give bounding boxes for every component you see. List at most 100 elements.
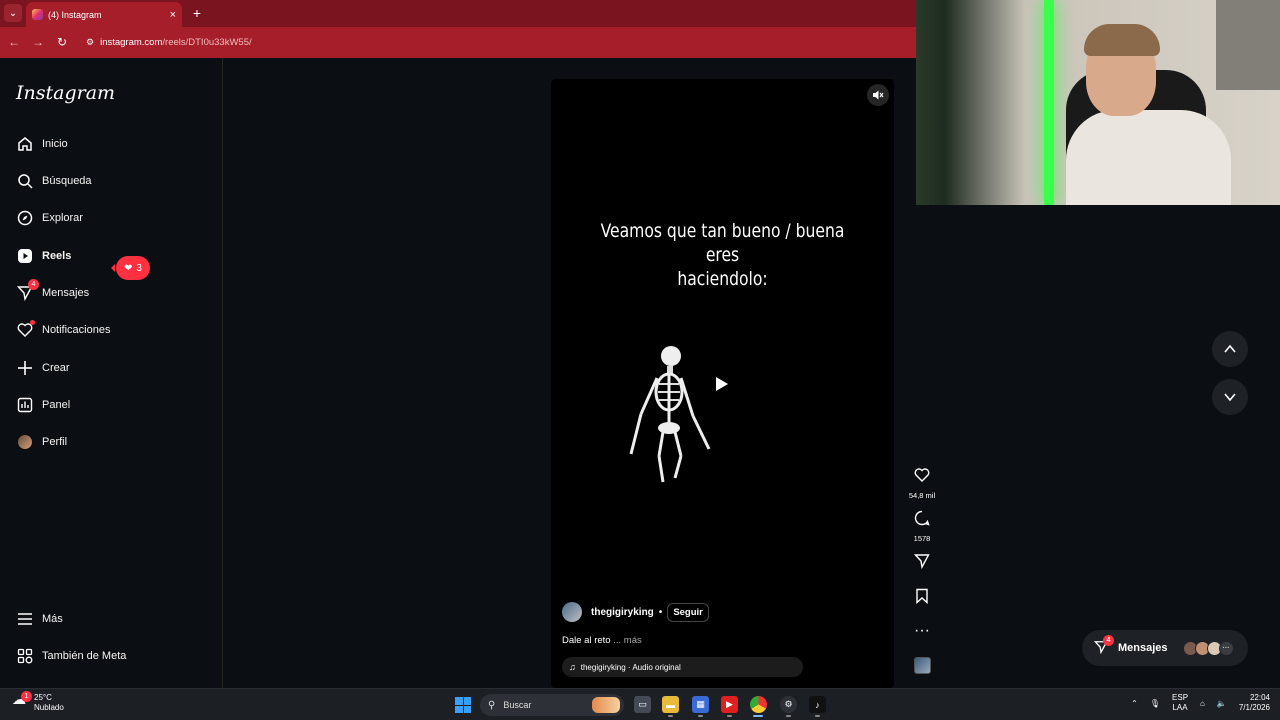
sidebar-item-panel[interactable]: Panel [0,386,223,423]
sidebar-item-label: Más [42,612,63,625]
sidebar-item-label: Panel [42,398,71,411]
sidebar-item-mas[interactable]: Más [0,600,223,637]
sidebar-item-label: Mensajes [42,286,90,299]
windows-taskbar: ☁ 1 25°C Nublado ⚲ Buscar ▭ ▬ ▦ ▶ ⚙ ♪ ⌃ 🎙… [0,688,1280,720]
cloud-icon: ☁ 1 [12,691,32,712]
tab-title: (4) Instagram [48,9,102,20]
weather-widget[interactable]: ☁ 1 25°C Nublado [12,691,64,713]
send-icon[interactable] [913,553,930,574]
bookmark-icon[interactable] [914,588,930,609]
like-count: 54,8 mil [908,491,936,500]
chevron-up-icon[interactable]: ⌃ [1131,699,1138,708]
language-indicator[interactable]: ESP LAA [1172,693,1188,713]
author-avatar[interactable] [562,602,582,622]
audio-cover-thumbnail[interactable] [914,657,931,674]
messenger-icon: 4 [16,279,39,301]
messages-float-badge: 4 [1103,634,1114,646]
webcam-overlay [916,0,1280,205]
muted-speaker-icon[interactable] [867,84,889,106]
streamer-hair [1084,24,1160,56]
taskbar-search[interactable]: ⚲ Buscar [480,694,624,716]
play-icon[interactable] [712,375,730,393]
reel-video-player[interactable]: Veamos que tan bueno / buena eres hacien… [551,79,894,688]
heart-filled-icon: ❤ [124,262,133,274]
sidebar-item-mensajes[interactable]: 4 Mensajes [0,274,223,311]
dashboard-icon [16,396,33,413]
more-dots-icon[interactable]: ··· [914,622,930,640]
separator-dot: • [658,606,663,618]
forward-arrow-icon[interactable]: → [30,34,46,50]
time: 22:04 [1249,693,1270,702]
share-action[interactable] [904,553,940,574]
youtube-icon[interactable]: ▶ [721,696,738,717]
sidebar-item-tambien-de-meta[interactable]: También de Meta [0,637,223,674]
follow-button[interactable]: Seguir [667,602,709,622]
weather-badge: 1 [21,691,32,702]
sidebar-item-perfil[interactable]: Perfil [0,423,223,460]
steam-icon[interactable]: ⚙ [780,696,797,717]
network-icon[interactable]: ⌂ [1200,699,1205,708]
overlay-line-2: haciendolo: [677,268,768,290]
tab-search-chevron-icon[interactable]: ⌄ [4,4,22,22]
messages-floating-button[interactable]: 4 Mensajes ··· [1082,630,1248,666]
instagram-sidebar: Instagram Inicio Búsqueda Explorar Reels… [0,58,223,688]
sidebar-item-label: Crear [42,361,70,374]
tab-close-icon[interactable]: × [170,9,176,21]
profile-avatar [16,433,33,450]
notifications-pill[interactable]: ❤ 3 [111,256,150,280]
audio-label: thegigiryking · Audio original [580,662,681,672]
sidebar-item-notificaciones[interactable]: Notificaciones [0,311,223,348]
task-view-icon[interactable]: ▭ [634,696,651,713]
like-action[interactable]: 54,8 mil [904,467,940,500]
sidebar-item-busqueda[interactable]: Búsqueda [0,162,223,199]
address-bar[interactable]: ⚙ instagram.com/reels/DTI0u33kW55/ [78,31,916,53]
back-arrow-icon[interactable]: ← [6,34,22,50]
tiktok-icon[interactable]: ♪ [809,696,826,717]
heart-outline-icon[interactable] [914,467,930,488]
meta-icon [16,647,33,664]
reload-icon[interactable]: ↻ [54,34,70,50]
microphone-icon[interactable]: 🎙 [1150,699,1160,708]
browser-tab-instagram[interactable]: (4) Instagram × [26,2,182,27]
language-code: ESP [1172,693,1189,702]
sidebar-item-explorar[interactable]: Explorar [0,199,223,236]
notifications-count: 3 [136,262,142,274]
microsoft-store-icon[interactable]: ▦ [692,696,709,717]
clock[interactable]: 22:04 7/1/2026 [1239,693,1270,713]
search-icon [16,172,33,189]
previous-reel-button[interactable] [1212,331,1248,367]
sidebar-item-label: Búsqueda [42,174,92,187]
next-reel-button[interactable] [1212,379,1248,415]
temperature: 25°C [34,693,52,702]
url-text[interactable]: instagram.com/reels/DTI0u33kW55/ [100,37,252,48]
search-icon: ⚲ [488,699,496,711]
chevron-down-icon [1224,393,1236,402]
dancing-skeleton-image [629,346,711,483]
file-explorer-icon[interactable]: ▬ [662,696,679,717]
caption-more-link[interactable]: ... más [611,635,642,646]
home-icon [16,135,33,152]
save-action[interactable] [904,588,940,609]
system-tray: ⌃ 🎙 ESP LAA ⌂ 🔈 22:04 7/1/2026 [1131,693,1270,713]
chrome-icon[interactable] [750,696,767,717]
date: 7/1/2026 [1238,703,1270,712]
site-info-icon[interactable]: ⚙ [86,37,94,48]
messages-float-label: Mensajes [1118,642,1168,654]
windows-start-icon[interactable] [455,697,471,713]
sidebar-item-inicio[interactable]: Inicio [0,125,223,162]
sidebar-item-label: Perfil [42,435,68,448]
comment-action[interactable]: 1578 [904,510,940,543]
keyboard-layout: LAA [1172,703,1188,712]
author-username[interactable]: thegigiryking [591,607,654,618]
comment-icon[interactable] [914,510,930,531]
sidebar-item-label: También de Meta [42,649,127,662]
more-options-action[interactable]: ··· [904,622,940,640]
instagram-logo[interactable]: Instagram [16,82,115,104]
audio-attribution[interactable]: ♫ thegigiryking · Audio original [562,657,803,677]
sidebar-item-crear[interactable]: Crear [0,349,223,386]
conversation-avatars: ··· [1182,640,1234,656]
new-tab-button[interactable]: + [188,4,206,22]
reel-overlay-text: Veamos que tan bueno / buena eres hacien… [582,219,863,291]
volume-icon[interactable]: 🔈 [1217,699,1227,708]
wall-decor [1216,0,1280,90]
